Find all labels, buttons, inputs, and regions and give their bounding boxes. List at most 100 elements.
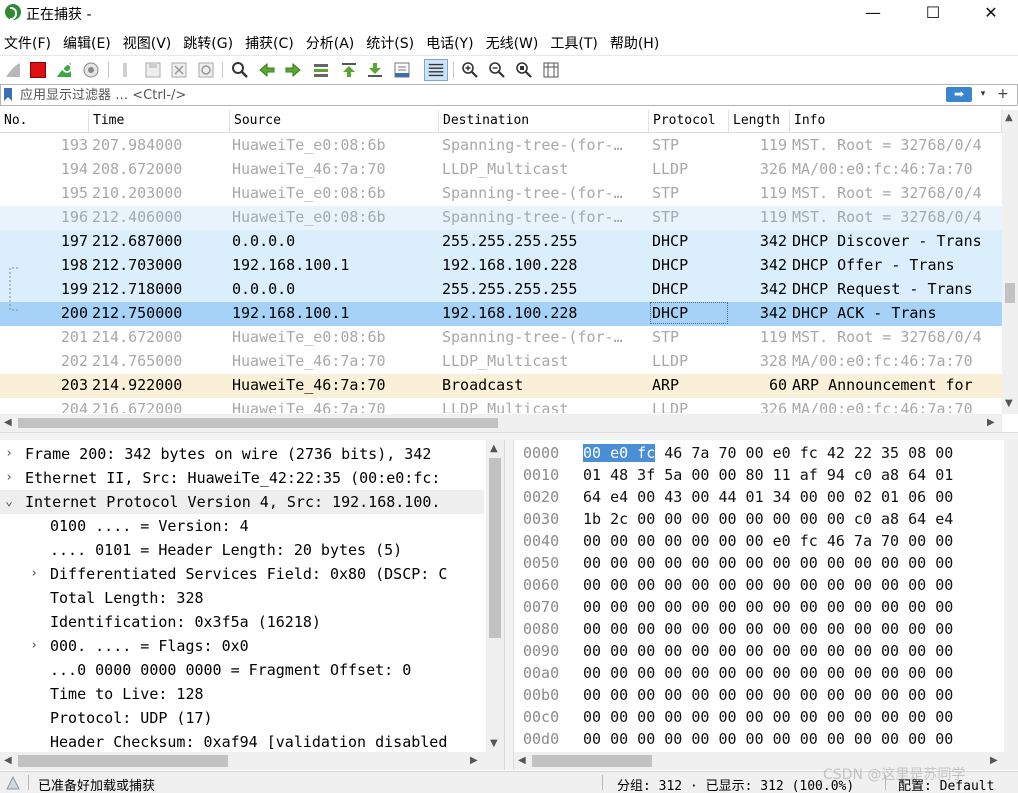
pane-splitter-horizontal[interactable] xyxy=(0,432,1018,440)
details-vertical-scroll-thumb[interactable] xyxy=(489,458,501,638)
scroll-up-arrow-icon[interactable]: ▲ xyxy=(490,443,498,454)
collapse-arrow-icon[interactable]: ⌄ xyxy=(2,490,16,514)
details-horizontal-scroll-thumb[interactable] xyxy=(18,755,228,767)
column-header-destination[interactable]: Destination xyxy=(439,110,649,133)
display-filter-input[interactable] xyxy=(20,87,920,104)
go-to-packet-icon[interactable] xyxy=(312,61,330,79)
bytes-vertical-scrollbar[interactable] xyxy=(1004,440,1018,752)
restart-capture-icon[interactable] xyxy=(55,61,73,79)
scroll-right-arrow-icon[interactable]: ▶ xyxy=(987,417,995,428)
packet-row[interactable]: 194 208.672000 HuaweiTe_46:7a:70 LLDP_Multi… xyxy=(0,158,1002,182)
packet-row-selected[interactable]: 200 212.750000 192.168.100.1 192.168.100.22… xyxy=(0,302,1002,326)
packet-list-horizontal-scroll-thumb[interactable] xyxy=(18,418,498,428)
column-header-source[interactable]: Source xyxy=(230,110,439,133)
scroll-right-arrow-icon[interactable]: ▶ xyxy=(470,755,478,766)
column-header-protocol[interactable]: Protocol xyxy=(649,110,729,133)
menu-item[interactable]: 无线(W) xyxy=(480,30,545,54)
packet-list-vertical-scrollbar[interactable] xyxy=(1002,110,1018,414)
minimize-button[interactable]: — xyxy=(844,0,902,28)
packet-row[interactable]: 199 212.718000 0.0.0.0 255.255.255.255 DHCP 3… xyxy=(0,278,1002,302)
hex-bytes[interactable]: 00 00 00 00 00 00 00 00 00 00 00 00 00 0… xyxy=(583,684,953,706)
menu-item[interactable]: 编辑(E) xyxy=(57,30,117,54)
detail-tree-item[interactable]: › 000. .... = Flags: 0x0 xyxy=(0,634,484,658)
hex-bytes[interactable]: 01 48 3f 5a 00 00 80 11 af 94 c0 a8 64 0… xyxy=(583,464,953,486)
colorize-icon[interactable] xyxy=(424,59,448,81)
packet-row[interactable]: 196 212.406000 HuaweiTe_e0:08:6b Spanning-t… xyxy=(0,206,1002,230)
shark-fin-start-icon[interactable] xyxy=(4,61,22,79)
column-header-no[interactable]: No. xyxy=(0,110,89,133)
pane-splitter-vertical[interactable] xyxy=(504,440,514,770)
apply-filter-button[interactable]: ➡ xyxy=(946,87,972,102)
zoom-normal-icon[interactable] xyxy=(515,61,533,79)
bytes-horizontal-scroll-thumb[interactable] xyxy=(532,755,652,767)
detail-tree-item[interactable]: › Differentiated Services Field: 0x80 (DS… xyxy=(0,562,484,586)
menu-item[interactable]: 视图(V) xyxy=(117,30,178,54)
packet-row[interactable]: 198 212.703000 192.168.100.1 192.168.100.22… xyxy=(0,254,1002,278)
hex-bytes[interactable]: 00 e0 fc 46 7a 70 00 e0 fc 42 22 35 08 0… xyxy=(583,442,953,464)
scroll-down-arrow-icon[interactable]: ▼ xyxy=(490,738,498,749)
packet-list-vertical-scroll-thumb[interactable] xyxy=(1005,283,1015,303)
save-file-icon[interactable] xyxy=(144,61,162,79)
expert-info-icon[interactable] xyxy=(6,776,20,790)
hex-bytes-rest[interactable]: 46 7a 70 00 e0 fc 42 22 35 08 00 xyxy=(655,444,953,462)
hex-bytes-selected[interactable]: 00 e0 fc xyxy=(583,444,656,462)
expand-arrow-icon[interactable]: › xyxy=(27,634,41,658)
expand-arrow-icon[interactable]: › xyxy=(2,466,16,490)
hex-bytes[interactable]: 00 00 00 00 00 00 00 00 00 00 00 00 00 0… xyxy=(583,552,953,574)
zoom-out-icon[interactable] xyxy=(488,61,506,79)
expand-arrow-icon[interactable]: › xyxy=(27,562,41,586)
open-file-icon[interactable] xyxy=(117,61,135,79)
detail-tree-item[interactable]: Time to Live: 128 xyxy=(0,682,484,706)
packet-row[interactable]: 193 207.984000 HuaweiTe_e0:08:6b Spanning-t… xyxy=(0,134,1002,158)
hex-bytes[interactable]: 00 00 00 00 00 00 00 00 00 00 00 00 00 0… xyxy=(583,640,953,662)
detail-tree-item[interactable]: Total Length: 328 xyxy=(0,586,484,610)
column-header-info[interactable]: Info xyxy=(790,110,1002,133)
hex-bytes[interactable]: 00 00 00 00 00 00 00 00 00 00 00 00 00 0… xyxy=(583,662,953,684)
hex-bytes[interactable]: 00 00 00 00 00 00 00 00 00 00 00 00 00 0… xyxy=(583,618,953,640)
zoom-in-icon[interactable] xyxy=(461,61,479,79)
auto-scroll-icon[interactable] xyxy=(393,61,411,79)
stop-capture-icon[interactable] xyxy=(29,61,47,79)
detail-tree-item[interactable]: › Ethernet II, Src: HuaweiTe_42:22:35 (00… xyxy=(0,466,484,490)
menu-item[interactable]: 跳转(G) xyxy=(177,30,239,54)
column-header-time[interactable]: Time xyxy=(89,110,230,133)
detail-tree-item[interactable]: ⌄ Internet Protocol Version 4, Src: 192.1… xyxy=(0,490,484,514)
menu-item[interactable]: 工具(T) xyxy=(544,30,603,54)
hex-bytes[interactable]: 00 00 00 00 00 00 00 00 00 00 00 00 00 0… xyxy=(583,574,953,596)
packet-row[interactable]: 202 214.765000 HuaweiTe_46:7a:70 LLDP_Multi… xyxy=(0,350,1002,374)
close-file-icon[interactable] xyxy=(170,61,188,79)
detail-tree-item[interactable]: .... 0101 = Header Length: 20 bytes (5) xyxy=(0,538,484,562)
go-first-icon[interactable] xyxy=(340,61,358,79)
hex-bytes[interactable]: 64 e4 00 43 00 44 01 34 00 00 02 01 06 0… xyxy=(583,486,953,508)
scroll-right-arrow-icon[interactable]: ▶ xyxy=(990,755,998,766)
menu-item[interactable]: 电话(Y) xyxy=(420,30,479,54)
hex-bytes[interactable]: 00 00 00 00 00 00 00 00 00 00 00 00 00 0… xyxy=(583,728,953,750)
menu-item[interactable]: 分析(A) xyxy=(300,30,361,54)
packet-row[interactable]: 195 210.203000 HuaweiTe_e0:08:6b Spanning-t… xyxy=(0,182,1002,206)
scroll-up-arrow-icon[interactable]: ▲ xyxy=(1005,112,1013,123)
menu-item[interactable]: 帮助(H) xyxy=(604,30,665,54)
maximize-button[interactable]: ☐ xyxy=(904,0,962,28)
filter-history-dropdown[interactable]: ▾ xyxy=(976,86,990,103)
go-forward-icon[interactable] xyxy=(284,61,302,79)
go-back-icon[interactable] xyxy=(258,61,276,79)
add-filter-button[interactable]: + xyxy=(997,86,1009,102)
scroll-left-arrow-icon[interactable]: ◀ xyxy=(4,755,12,766)
detail-tree-item[interactable]: 0100 .... = Version: 4 xyxy=(0,514,484,538)
packet-row[interactable]: 203 214.922000 HuaweiTe_46:7a:70 Broadcast A… xyxy=(0,374,1002,398)
packet-row[interactable]: 197 212.687000 0.0.0.0 255.255.255.255 DHCP 3… xyxy=(0,230,1002,254)
resize-columns-icon[interactable] xyxy=(542,61,560,79)
detail-tree-item[interactable]: Header Checksum: 0xaf94 [validation disa… xyxy=(0,730,484,752)
hex-bytes[interactable]: 00 00 00 00 00 00 00 00 00 00 00 00 00 0… xyxy=(583,706,953,728)
hex-bytes[interactable]: 00 00 00 00 00 00 00 e0 fc 46 7a 70 00 0… xyxy=(583,530,953,552)
expand-arrow-icon[interactable]: › xyxy=(2,442,16,466)
go-last-icon[interactable] xyxy=(366,61,384,79)
packet-row[interactable]: 204 216.672000 HuaweiTe_46:7a:70 LLDP_Multi… xyxy=(0,398,1002,413)
reload-file-icon[interactable] xyxy=(197,61,215,79)
find-packet-icon[interactable] xyxy=(231,61,249,79)
packet-row[interactable]: 201 214.672000 HuaweiTe_e0:08:6b Spanning-t… xyxy=(0,326,1002,350)
hex-bytes[interactable]: 00 00 00 00 00 00 00 00 00 00 00 00 00 0… xyxy=(583,596,953,618)
detail-tree-item[interactable]: Protocol: UDP (17) xyxy=(0,706,484,730)
detail-tree-item[interactable]: › Frame 200: 342 bytes on wire (2736 bits… xyxy=(0,442,484,466)
column-header-length[interactable]: Length xyxy=(729,110,790,133)
